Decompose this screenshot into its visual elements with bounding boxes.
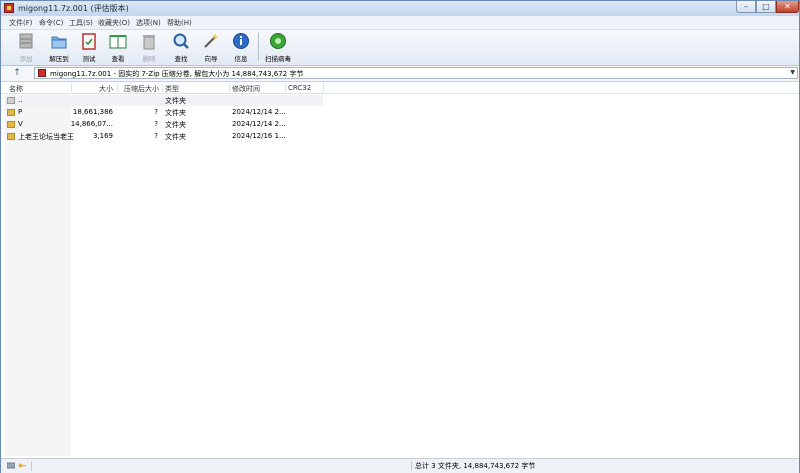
item-type: 文件夹: [165, 133, 186, 141]
list-item[interactable]: P 18,661,386 ? 文件夹 2024/12/14 2...: [5, 107, 323, 118]
name-column-background: [5, 94, 71, 456]
wizard-wand-icon: [204, 34, 218, 48]
test-button[interactable]: 测试: [75, 31, 103, 64]
menu-favorites[interactable]: 收藏夹(O): [98, 18, 130, 28]
extract-to-label: 解压到: [49, 55, 69, 63]
item-modified: 2024/12/14 2...: [232, 108, 286, 116]
add-button[interactable]: 添加: [9, 31, 43, 64]
extract-folder-icon: [51, 36, 67, 49]
item-name: ..: [18, 96, 23, 104]
list-item[interactable]: V 14,866,07... ? 文件夹 2024/12/14 2...: [5, 119, 323, 130]
item-type: 文件夹: [165, 109, 186, 117]
view-book-icon: [109, 35, 127, 49]
menu-bar: 文件(F) 命令(C) 工具(S) 收藏夹(O) 选项(N) 帮助(H): [1, 16, 799, 30]
column-divider: [162, 83, 163, 92]
find-button[interactable]: 查找: [167, 31, 195, 64]
find-label: 查找: [174, 55, 188, 63]
list-item-parent[interactable]: .. 文件夹: [5, 95, 323, 106]
column-divider: [229, 83, 230, 92]
folder-up-icon: [7, 97, 15, 104]
menu-file[interactable]: 文件(F): [9, 18, 33, 28]
item-size: 18,661,386: [72, 108, 113, 116]
item-name: P: [18, 108, 23, 116]
close-button[interactable]: ✕: [776, 1, 799, 13]
virus-scan-icon: [270, 33, 286, 49]
drive-icon[interactable]: [7, 462, 15, 469]
extract-to-button[interactable]: 解压到: [43, 31, 75, 64]
info-icon: [233, 33, 249, 49]
test-label: 测试: [82, 55, 96, 63]
item-size: 14,866,07...: [70, 120, 113, 128]
list-item[interactable]: 上老王论坛当老王 3,169 ? 文件夹 2024/12/16 1...: [5, 131, 323, 142]
item-size: 3,169: [92, 132, 113, 140]
menu-tools[interactable]: 工具(S): [69, 18, 93, 28]
info-label: 信息: [234, 55, 248, 63]
item-modified: 2024/12/16 1...: [232, 132, 286, 140]
delete-button[interactable]: 删除: [135, 31, 163, 64]
column-divider: [117, 83, 118, 92]
title-bar[interactable]: migong11.7z.001 (评估版本) – □ ✕: [1, 1, 799, 16]
column-crc32[interactable]: CRC32: [288, 84, 311, 92]
address-bar: ↑ migong11.7z.001 - 固实的 7-Zip 压缩分卷, 解包大小…: [1, 66, 799, 82]
app-window: migong11.7z.001 (评估版本) – □ ✕ 文件(F) 命令(C)…: [0, 0, 800, 473]
scan-virus-button[interactable]: 扫描病毒: [262, 31, 294, 64]
file-list[interactable]: 名称 大小 压缩后大小 类型 修改时间 CRC32 .. 文件夹 P 18,66…: [1, 82, 799, 456]
magnifier-icon: [173, 33, 189, 49]
window-title: migong11.7z.001 (评估版本): [18, 4, 129, 13]
add-archive-icon: [19, 33, 33, 49]
up-folder-button[interactable]: ↑: [5, 67, 29, 80]
menu-options[interactable]: 选项(N): [136, 18, 161, 28]
folder-icon: [7, 121, 15, 128]
scan-virus-label: 扫描病毒: [265, 55, 291, 63]
column-size[interactable]: 大小: [71, 84, 113, 94]
add-button-label: 添加: [19, 55, 33, 63]
test-clipboard-icon: [82, 33, 96, 50]
folder-icon: [7, 109, 15, 116]
view-button[interactable]: 查看: [103, 31, 133, 64]
wizard-button[interactable]: 向导: [197, 31, 225, 64]
item-modified: 2024/12/14 2...: [232, 120, 286, 128]
column-header: 名称 大小 压缩后大小 类型 修改时间 CRC32: [1, 82, 799, 94]
column-divider: [323, 83, 324, 92]
delete-label: 删除: [142, 55, 156, 63]
status-divider: [411, 461, 412, 471]
menu-help[interactable]: 帮助(H): [167, 18, 192, 28]
item-name: 上老王论坛当老王: [18, 133, 74, 141]
chevron-down-icon[interactable]: ▼: [790, 69, 795, 76]
column-packed-size[interactable]: 压缩后大小: [124, 84, 159, 94]
info-button[interactable]: 信息: [227, 31, 255, 64]
minimize-button[interactable]: –: [736, 1, 756, 13]
maximize-button[interactable]: □: [756, 1, 776, 13]
item-type: 文件夹: [165, 97, 186, 105]
key-icon[interactable]: [18, 462, 26, 469]
item-packed-size: ?: [154, 132, 158, 140]
status-divider: [31, 461, 32, 471]
address-field[interactable]: migong11.7z.001 - 固实的 7-Zip 压缩分卷, 解包大小为 …: [34, 67, 798, 79]
item-type: 文件夹: [165, 121, 186, 129]
archive-icon: [38, 69, 46, 77]
column-divider: [285, 83, 286, 92]
menu-commands[interactable]: 命令(C): [39, 18, 63, 28]
status-bar: 总计 3 文件夹, 14,884,743,672 字节: [1, 458, 799, 473]
winrar-app-icon[interactable]: [4, 3, 14, 13]
column-type[interactable]: 类型: [165, 84, 179, 94]
address-text: migong11.7z.001 - 固实的 7-Zip 压缩分卷, 解包大小为 …: [50, 70, 304, 78]
trash-icon: [143, 35, 155, 50]
folder-icon: [7, 133, 15, 140]
status-summary: 总计 3 文件夹, 14,884,743,672 字节: [415, 462, 536, 470]
column-name[interactable]: 名称: [9, 84, 23, 94]
item-packed-size: ?: [154, 120, 158, 128]
toolbar: 添加 解压到 测试 查看 删除 查找 向导 信息 扫描病毒: [1, 30, 799, 66]
item-packed-size: ?: [154, 108, 158, 116]
wizard-label: 向导: [204, 55, 218, 63]
view-label: 查看: [111, 55, 125, 63]
item-name: V: [18, 120, 23, 128]
column-modified[interactable]: 修改时间: [232, 84, 260, 94]
toolbar-separator: [258, 33, 259, 61]
